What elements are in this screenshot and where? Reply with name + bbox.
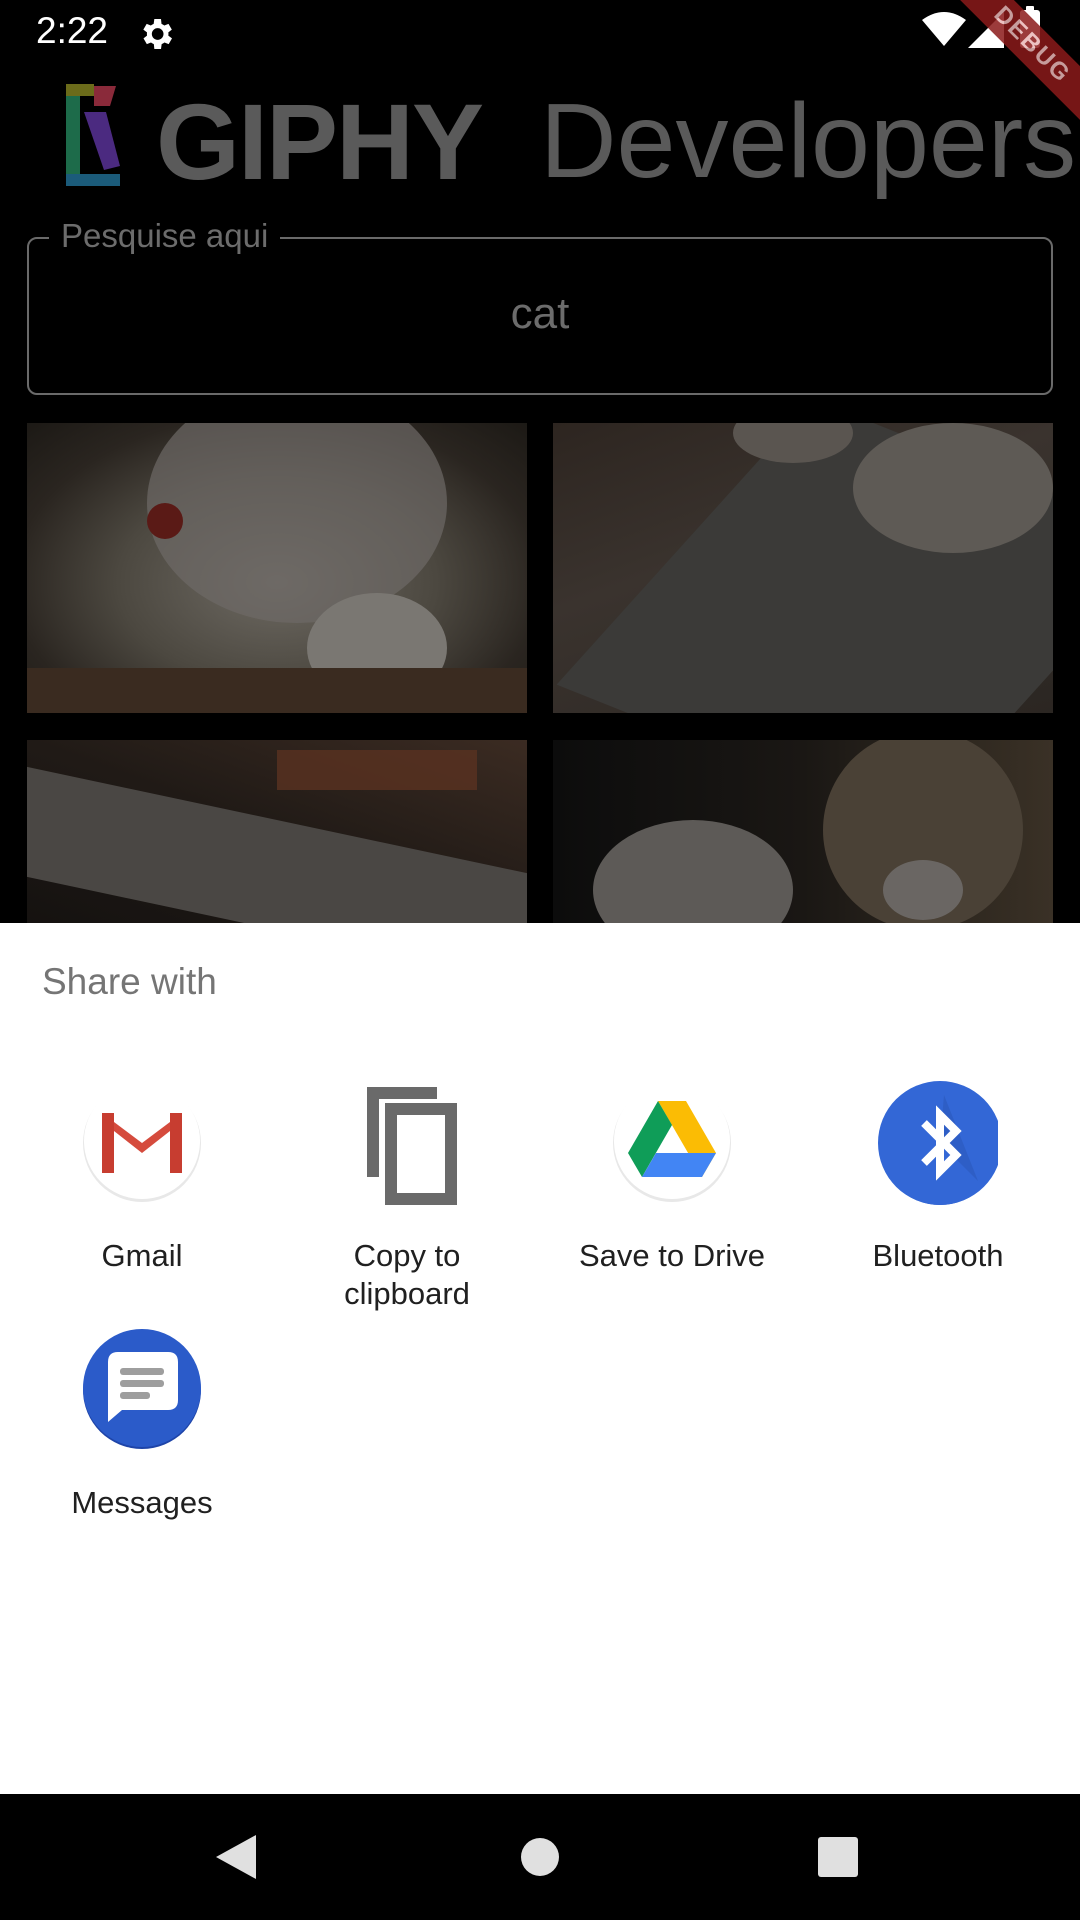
gif-thumbnail[interactable] <box>27 423 527 713</box>
share-target-label: Gmail <box>101 1238 183 1273</box>
gif-thumbnail[interactable] <box>553 740 1053 923</box>
home-button[interactable] <box>480 1794 600 1920</box>
giphy-developers-logo: GIPHY Developers <box>64 80 1076 202</box>
status-time: 2:22 <box>36 10 109 51</box>
logo-wordmark: GIPHY <box>156 81 484 202</box>
search-input[interactable]: cat <box>29 289 1051 339</box>
logo-subtitle: Developers <box>540 82 1077 200</box>
share-target-label: Bluetooth <box>872 1238 1004 1273</box>
share-target-save-to-drive[interactable]: Save to Drive <box>537 1081 807 1311</box>
messages-icon <box>82 1328 202 1452</box>
share-target-label: Messages <box>71 1485 213 1520</box>
gif-thumbnail[interactable] <box>27 740 527 923</box>
share-target-label: Save to Drive <box>578 1238 766 1273</box>
drive-icon <box>612 1081 732 1205</box>
back-button[interactable] <box>178 1794 298 1920</box>
status-bar: 2:22 <box>0 0 1080 64</box>
search-field-label: Pesquise aqui <box>49 217 281 255</box>
gif-thumbnail[interactable] <box>553 423 1053 713</box>
share-target-gmail[interactable]: Gmail <box>7 1081 277 1311</box>
copy-icon <box>347 1081 467 1205</box>
share-sheet-title: Share with <box>42 961 217 1002</box>
share-target-label: Copy to clipboard <box>344 1238 470 1311</box>
giphy-app-background: 2:22 DEBUG GIPHY Developers Pesquise aqu… <box>0 0 1080 923</box>
share-target-bluetooth[interactable]: Bluetooth <box>803 1081 1073 1311</box>
settings-gear-icon <box>136 14 176 54</box>
share-sheet: Share with Gmail Copy to clipboard Save … <box>0 923 1080 1794</box>
bluetooth-icon <box>878 1081 998 1205</box>
share-target-copy-to-clipboard[interactable]: Copy to clipboard <box>272 1081 542 1311</box>
gmail-icon <box>82 1081 202 1205</box>
share-target-messages[interactable]: Messages <box>7 1328 277 1558</box>
search-field[interactable]: Pesquise aqui cat <box>27 217 1053 395</box>
giphy-logo-mark-icon <box>64 82 130 190</box>
wifi-icon <box>922 12 966 48</box>
navigation-bar <box>0 1794 1080 1920</box>
recents-button[interactable] <box>778 1794 898 1920</box>
